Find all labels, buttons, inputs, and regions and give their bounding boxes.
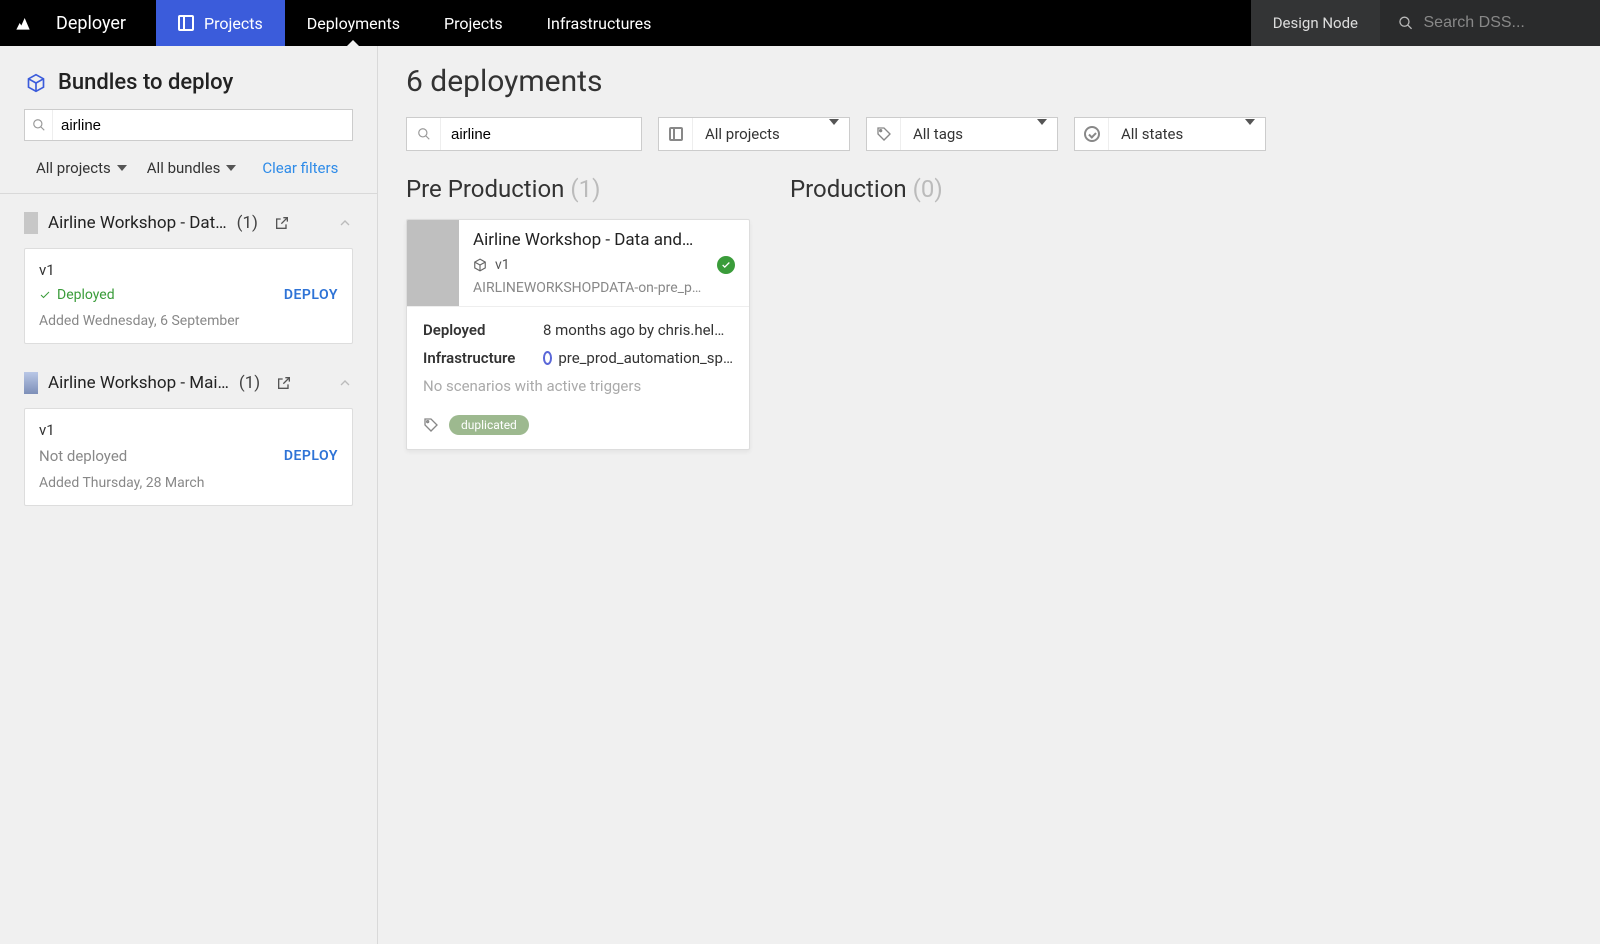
nav-tab-infrastructures[interactable]: Infrastructures [525,0,674,46]
bundle-group-title[interactable]: Airline Workshop - Dat… [48,213,227,233]
nav-tab-label: Infrastructures [547,14,652,33]
bundle-group-count: (1) [239,373,260,393]
app-logo[interactable] [0,0,46,46]
nav-tab-label: Projects [204,14,263,33]
column-pre-production: Pre Production (1) Airline Workshop - Da… [406,175,750,450]
state-icon [1084,126,1100,142]
global-search-input[interactable] [1424,14,1583,32]
tag-icon [876,126,892,142]
bundle-group-count: (1) [237,213,258,233]
filter-tags-dropdown[interactable]: All tags [866,117,1058,151]
external-link-icon[interactable] [274,215,290,231]
search-icon [1398,14,1414,32]
sidebar: Bundles to deploy All projects All bundl… [0,46,378,944]
column-title: Production (0) [790,175,943,203]
bundle-version: v1 [39,261,338,279]
external-link-icon[interactable] [276,375,292,391]
project-thumbnail [407,220,459,306]
filter-label: All projects [693,125,819,143]
deploy-button[interactable]: DEPLOY [284,287,338,303]
bundle-card[interactable]: v1 Not deployed DEPLOY Added Thursday, 2… [24,408,353,506]
sidebar-search[interactable] [24,109,353,141]
main-content: 6 deployments All projects All tags All … [378,46,1600,944]
tag-pill[interactable]: duplicated [449,415,529,435]
bundle-status: Deployed [39,287,115,303]
filter-label: All tags [901,125,1027,143]
chevron-down-icon [829,119,839,144]
design-node-button[interactable]: Design Node [1251,0,1380,46]
deployment-name: Airline Workshop - Data and… [473,230,735,250]
deployment-card[interactable]: Airline Workshop - Data and… v1 AIRLINEW… [406,219,750,450]
scenario-note: No scenarios with active triggers [423,377,733,395]
check-icon [39,289,51,301]
column-production: Production (0) [790,175,943,450]
chevron-up-icon[interactable] [337,375,353,391]
bundle-version: v1 [39,421,338,439]
nav-tab-deployments[interactable]: Deployments [285,0,422,46]
sidebar-filter-projects[interactable]: All projects [36,159,127,177]
status-ok-badge [717,256,735,274]
filter-projects-dropdown[interactable]: All projects [658,117,850,151]
search-icon [32,118,46,132]
panel-icon [669,127,683,141]
bundle-card[interactable]: v1 Deployed DEPLOY Added Wednesday, 6 Se… [24,248,353,344]
nav-tab-label: Projects [444,14,503,33]
project-color-chip [24,212,38,234]
panel-icon [178,15,194,31]
bundle-status: Not deployed [39,447,127,465]
filter-label: All bundles [147,159,221,177]
page-title: 6 deployments [406,64,1572,99]
bundle-icon [473,258,487,272]
bundle-group-title[interactable]: Airline Workshop - Mai… [48,373,229,393]
nav-tab-projects[interactable]: Projects [156,0,285,46]
deployment-id: AIRLINEWORKSHOPDATA-on-pre_p… [473,280,735,296]
clear-filters-link[interactable]: Clear filters [262,159,338,177]
bundle-added-date: Added Thursday, 28 March [39,475,338,491]
tag-icon [423,417,439,433]
chevron-down-icon [1037,119,1047,144]
bundle-group: Airline Workshop - Dat… (1) v1 Deployed … [0,194,377,354]
filter-label: All states [1109,125,1235,143]
chevron-down-icon [117,165,127,171]
row-label: Infrastructure [423,349,515,367]
sidebar-filter-bundles[interactable]: All bundles [147,159,237,177]
sidebar-title: Bundles to deploy [58,70,233,95]
nav-tab-projects-2[interactable]: Projects [422,0,525,46]
nav-tab-label: Deployments [307,14,400,33]
main-search[interactable] [406,117,642,151]
bundle-added-date: Added Wednesday, 6 September [39,313,338,329]
row-label: Deployed [423,321,485,339]
chevron-down-icon [1245,119,1255,144]
row-value: 8 months ago by chris.helmus [543,321,733,339]
chevron-down-icon [226,165,236,171]
filter-states-dropdown[interactable]: All states [1074,117,1266,151]
global-search[interactable] [1380,0,1600,46]
sidebar-search-input[interactable] [53,110,352,140]
infrastructure-icon [543,351,552,365]
infrastructure-link[interactable]: pre_prod_automation_sp… [543,349,733,367]
bundle-icon [26,73,46,93]
deploy-button[interactable]: DEPLOY [284,448,338,464]
project-color-chip [24,372,38,394]
search-icon [417,127,431,141]
bundle-group: Airline Workshop - Mai… (1) v1 Not deplo… [0,354,377,516]
filter-label: All projects [36,159,111,177]
column-title: Pre Production (1) [406,175,750,203]
app-brand[interactable]: Deployer [46,0,156,46]
chevron-up-icon[interactable] [337,215,353,231]
deployment-version: v1 [495,257,510,273]
main-search-input[interactable] [441,118,641,150]
